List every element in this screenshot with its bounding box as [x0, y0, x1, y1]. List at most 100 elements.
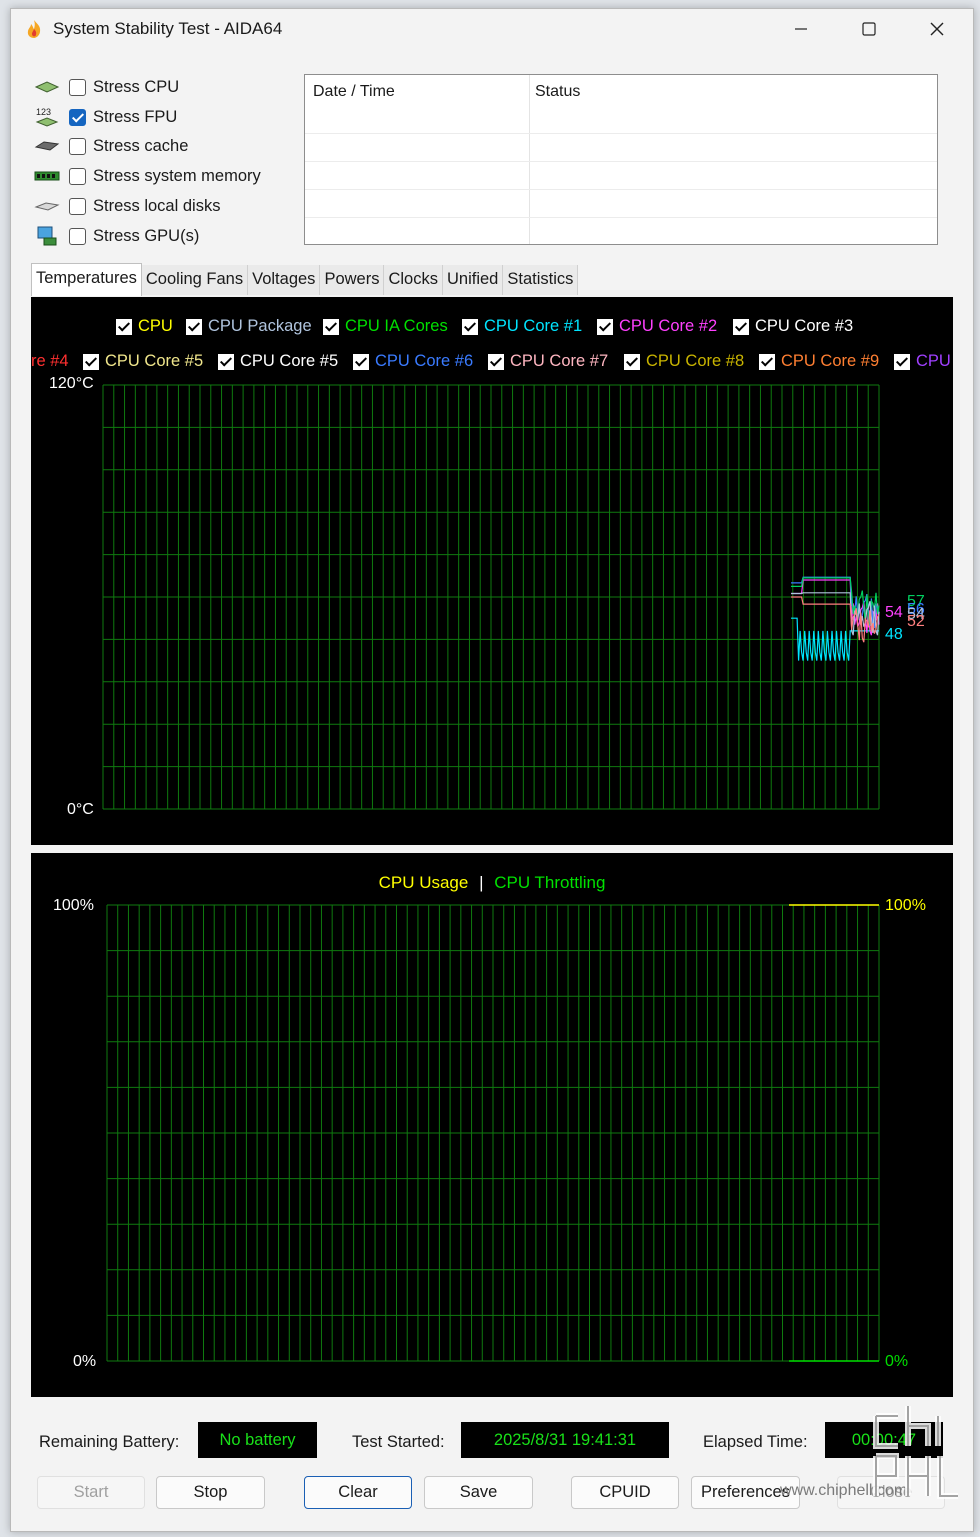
temp-y-min-label: 0°C: [67, 801, 94, 818]
legend-checkbox[interactable]: [624, 353, 640, 370]
test-started-value: 2025/8/31 19:41:31: [461, 1422, 669, 1458]
legend-cpu-core-4[interactable]: re #4: [31, 352, 69, 371]
stop-button[interactable]: Stop: [156, 1476, 265, 1509]
svg-text:123: 123: [36, 107, 51, 117]
legend-cpu-core-5a[interactable]: CPU Core #5: [83, 352, 203, 371]
legend-cpu-core-7[interactable]: CPU Core #7: [488, 352, 608, 371]
legend-separator: |: [479, 873, 484, 892]
log-column-status[interactable]: Status: [535, 83, 580, 101]
legend-checkbox[interactable]: [353, 353, 369, 370]
legend-cpu-package[interactable]: CPU Package: [186, 317, 312, 336]
stress-disks-option[interactable]: Stress local disks: [33, 193, 293, 219]
elapsed-time-label: Elapsed Time:: [703, 1433, 808, 1451]
legend-cpu-core-8[interactable]: CPU Core #8: [624, 352, 744, 371]
legend-checkbox[interactable]: [488, 353, 504, 370]
tab-statistics[interactable]: Statistics: [503, 265, 579, 295]
usage-y-max-label: 100%: [53, 897, 94, 914]
stress-disks-label: Stress local disks: [93, 196, 221, 215]
legend-cpu-core-5b[interactable]: CPU Core #5: [218, 352, 338, 371]
legend-cpu-core-3[interactable]: CPU Core #3: [733, 317, 853, 336]
close-window-button[interactable]: [903, 9, 971, 49]
log-header: Date / Time Status: [305, 75, 937, 109]
tab-temperatures[interactable]: Temperatures: [31, 263, 142, 296]
legend-label: CPU Core #1: [484, 317, 583, 335]
temp-value-label: 48: [885, 626, 903, 643]
stress-gpu-label: Stress GPU(s): [93, 226, 200, 245]
legend-checkbox[interactable]: [323, 318, 339, 335]
legend-cpu-throttling: CPU Throttling: [494, 873, 606, 892]
legend-label: CPU Core #3: [755, 317, 854, 335]
tab-clocks[interactable]: Clocks: [384, 265, 443, 295]
legend-label: CPU Core #8: [646, 352, 745, 370]
legend-cpu[interactable]: CPU: [116, 317, 173, 336]
legend-label: CPU: [916, 352, 951, 370]
log-row-line: [305, 217, 937, 218]
cpu-usage-chart-svg: [106, 904, 880, 1362]
test-started-label: Test Started:: [352, 1433, 445, 1451]
stress-fpu-option[interactable]: 123 Stress FPU: [33, 104, 293, 130]
tab-unified[interactable]: Unified: [442, 265, 504, 295]
stress-cpu-option[interactable]: Stress CPU: [33, 74, 293, 100]
legend-checkbox[interactable]: [116, 318, 132, 335]
legend-cpu-core-2[interactable]: CPU Core #2: [597, 317, 717, 336]
stress-fpu-checkbox[interactable]: [69, 108, 86, 126]
legend-label: CPU Core #2: [619, 317, 718, 335]
event-log-table[interactable]: Date / Time Status: [304, 74, 938, 245]
legend-checkbox[interactable]: [759, 353, 775, 370]
log-column-datetime[interactable]: Date / Time: [313, 83, 395, 101]
cpu-usage-chart: CPU Usage | CPU Throttling 100% 0% 100% …: [31, 853, 953, 1397]
temp-value-label: 54: [885, 604, 903, 621]
tab-powers[interactable]: Powers: [320, 265, 385, 295]
remaining-battery-value: No battery: [198, 1422, 317, 1458]
legend-checkbox[interactable]: [186, 318, 202, 335]
legend-checkbox[interactable]: [597, 318, 613, 335]
legend-checkbox[interactable]: [218, 353, 234, 370]
legend-cpu-ia-cores[interactable]: CPU IA Cores: [323, 317, 448, 336]
legend-checkbox[interactable]: [894, 353, 910, 370]
legend-checkbox[interactable]: [462, 318, 478, 335]
memory-module-icon: [33, 165, 61, 187]
save-button[interactable]: Save: [424, 1476, 533, 1509]
monitor-gpu-icon: [33, 225, 61, 247]
tab-voltages[interactable]: Voltages: [248, 265, 321, 295]
stress-fpu-label: Stress FPU: [93, 107, 178, 126]
legend-cpu-usage: CPU Usage: [378, 873, 469, 892]
legend-label: CPU Package: [208, 317, 312, 335]
window-title: System Stability Test - AIDA64: [53, 19, 283, 38]
legend-cpu-core-9[interactable]: CPU Core #9: [759, 352, 879, 371]
disk-drive-icon: [33, 195, 61, 217]
title-bar[interactable]: System Stability Test - AIDA64: [11, 9, 973, 49]
stress-cache-checkbox[interactable]: [69, 137, 86, 155]
usage-legend: CPU Usage | CPU Throttling: [31, 873, 953, 893]
minimize-button[interactable]: [767, 9, 835, 49]
legend-cpu-core-1[interactable]: CPU Core #1: [462, 317, 582, 336]
flame-icon: [27, 20, 41, 38]
stress-cache-option[interactable]: Stress cache: [33, 133, 293, 159]
tab-cooling-fans[interactable]: Cooling Fans: [141, 265, 249, 295]
legend-checkbox[interactable]: [83, 353, 99, 370]
stress-disks-checkbox[interactable]: [69, 197, 86, 215]
temp-y-max-label: 120°C: [49, 375, 94, 392]
log-row-line: [305, 133, 937, 134]
stability-test-window: System Stability Test - AIDA64 Stress CP…: [10, 8, 974, 1532]
usage-y-min-label: 0%: [73, 1353, 97, 1370]
stress-memory-checkbox[interactable]: [69, 167, 86, 185]
log-row-line: [305, 189, 937, 190]
legend-cpu-extra[interactable]: CPU: [894, 352, 951, 371]
legend-label: CPU: [138, 317, 173, 335]
stress-cpu-checkbox[interactable]: [69, 78, 86, 96]
minimize-icon: [795, 28, 807, 30]
stress-gpu-option[interactable]: Stress GPU(s): [33, 223, 293, 249]
stress-memory-option[interactable]: Stress system memory: [33, 163, 293, 189]
temp-value-label: 52: [907, 613, 925, 630]
start-button[interactable]: Start: [37, 1476, 145, 1509]
legend-label: CPU Core #7: [510, 352, 609, 370]
cpuid-button[interactable]: CPUID: [571, 1476, 679, 1509]
legend-checkbox[interactable]: [733, 318, 749, 335]
temperature-chart: CPU CPU Package CPU IA Cores CPU Core #1…: [31, 297, 953, 845]
maximize-button[interactable]: [835, 9, 903, 49]
legend-cpu-core-6[interactable]: CPU Core #6: [353, 352, 473, 371]
stress-gpu-checkbox[interactable]: [69, 227, 86, 245]
legend-label: CPU Core #6: [375, 352, 474, 370]
clear-button[interactable]: Clear: [304, 1476, 412, 1509]
